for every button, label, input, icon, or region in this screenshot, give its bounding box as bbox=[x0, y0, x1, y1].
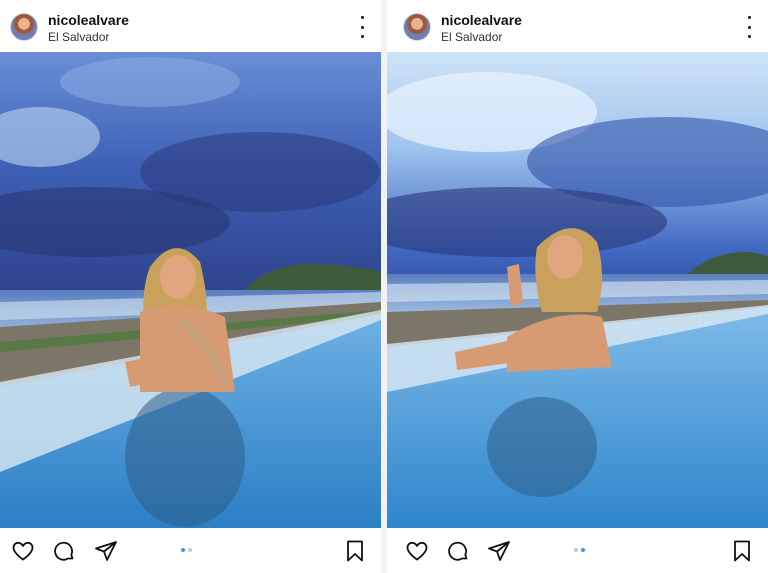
heart-icon[interactable] bbox=[405, 539, 429, 563]
share-icon[interactable] bbox=[487, 539, 511, 563]
location[interactable]: El Salvador bbox=[48, 30, 109, 44]
carousel-dot-2 bbox=[581, 548, 585, 552]
post-header: nicolealvare El Salvador bbox=[0, 0, 381, 52]
carousel-dot-1 bbox=[181, 548, 185, 552]
carousel-dot-2 bbox=[188, 548, 192, 552]
avatar[interactable] bbox=[403, 13, 431, 41]
post-photo[interactable] bbox=[387, 52, 768, 528]
post-actions bbox=[0, 528, 381, 573]
carousel-dot-1 bbox=[574, 548, 578, 552]
username[interactable]: nicolealvare bbox=[441, 12, 522, 28]
more-options-icon[interactable] bbox=[744, 16, 754, 38]
bookmark-icon[interactable] bbox=[730, 539, 754, 563]
post-card: nicolealvare El Salvador bbox=[0, 0, 381, 573]
username[interactable]: nicolealvare bbox=[48, 12, 129, 28]
location[interactable]: El Salvador bbox=[441, 30, 502, 44]
bookmark-icon[interactable] bbox=[343, 539, 367, 563]
comment-icon[interactable] bbox=[52, 539, 76, 563]
post-actions bbox=[387, 528, 768, 573]
heart-icon[interactable] bbox=[11, 539, 35, 563]
comment-icon[interactable] bbox=[446, 539, 470, 563]
carousel-indicator bbox=[181, 548, 192, 552]
avatar[interactable] bbox=[10, 13, 38, 41]
more-options-icon[interactable] bbox=[357, 16, 367, 38]
post-header: nicolealvare El Salvador bbox=[387, 0, 768, 52]
share-icon[interactable] bbox=[94, 539, 118, 563]
post-card: nicolealvare El Salvador bbox=[387, 0, 768, 573]
carousel-indicator bbox=[574, 548, 585, 552]
post-photo[interactable] bbox=[0, 52, 381, 528]
